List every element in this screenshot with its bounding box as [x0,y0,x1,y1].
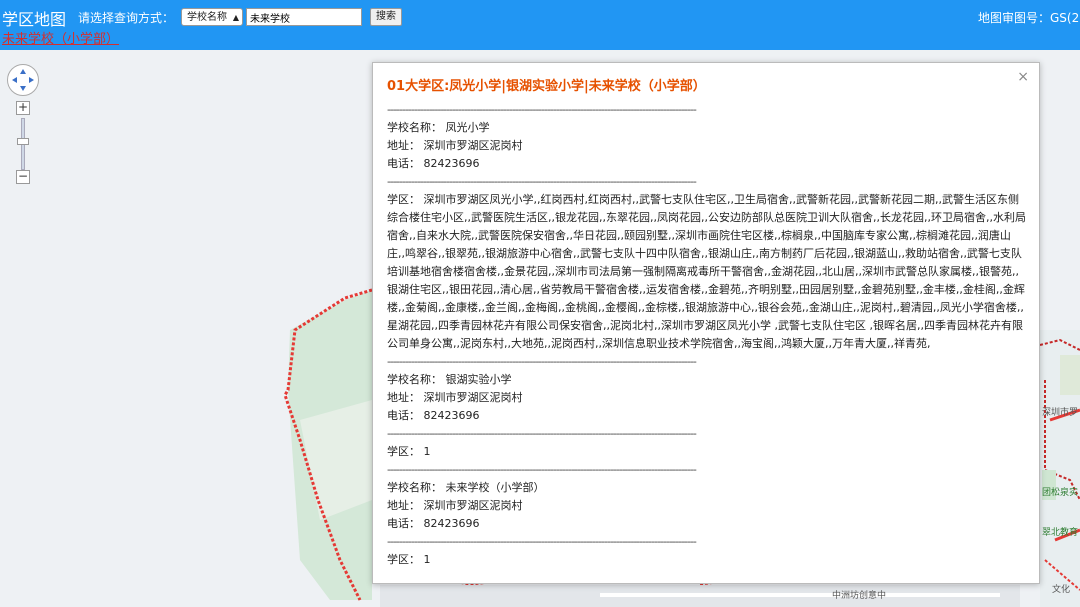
divider: ----------------------------------------… [387,175,697,188]
divider: ----------------------------------------… [387,427,697,440]
school-district: 学区： 深圳市罗湖区凤光小学,,红岗西村,红岗西村,,武警七支队住宅区,,卫生局… [387,193,1026,350]
zoom-in-button[interactable]: + [16,101,30,115]
search-button[interactable]: 搜索 [370,8,402,26]
map-label: 深圳市罗 [1042,408,1079,418]
popup-title: 01大学区:凤光小学|银湖实验小学|未来学校（小学部） [387,79,706,94]
pan-control[interactable] [7,64,39,96]
search-input[interactable] [246,8,362,26]
school-address: 地址： 深圳市罗湖区泥岗村 [387,391,523,404]
map-label: 团松泉实 [1042,488,1079,498]
query-method-select[interactable]: 学校名称 ▲ [181,8,243,26]
app-title: 学区地图 [2,10,67,29]
school-address: 地址： 深圳市罗湖区泥岗村 [387,139,523,152]
school-address: 地址： 深圳市罗湖区泥岗村 [387,499,523,512]
divider: ----------------------------------------… [387,103,697,116]
school-info-popup: × 01大学区:凤光小学|银湖实验小学|未来学校（小学部） ----------… [372,62,1040,584]
school-district: 学区： 1 [387,553,431,566]
school-phone: 电话： 82423696 [387,517,480,530]
divider: ----------------------------------------… [387,535,697,548]
divider: ----------------------------------------… [387,463,697,476]
zoom-slider-thumb[interactable] [17,138,29,145]
school-district: 学区： 1 [387,445,431,458]
pan-arrows-icon [12,69,34,91]
map-approval-number: 地图审图号：GS(2 [978,11,1080,25]
school-name: 学校名称： 未来学校（小学部） [387,481,545,494]
school-name: 学校名称： 凤光小学 [387,121,490,134]
top-bar: 学区地图 请选择查询方式： 学校名称 ▲ 搜索 地图审图号：GS(2 未来学校（… [0,0,1080,50]
school-phone: 电话： 82423696 [387,157,480,170]
divider: ----------------------------------------… [387,355,697,368]
select-value: 学校名称 [187,12,227,23]
query-method-label: 请选择查询方式： [78,11,175,25]
zoom-out-button[interactable]: − [16,170,30,184]
select-updown-icon: ▲ [232,13,239,22]
map-label: 翠北教育 [1042,528,1079,538]
map-label: 文化 [1052,585,1071,595]
result-school-link[interactable]: 未来学校（小学部） [2,28,119,47]
map-label: 中洲坊创意中 [832,591,887,601]
school-name: 学校名称： 银湖实验小学 [387,373,512,386]
school-phone: 电话： 82423696 [387,409,480,422]
